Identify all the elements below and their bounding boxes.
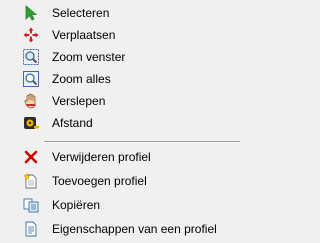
menu-item-verplaatsen[interactable]: Verplaatsen bbox=[0, 24, 240, 46]
menu-item-toevoegen-profiel[interactable]: Toevoegen profiel bbox=[0, 170, 240, 192]
menu-item-label: Verplaatsen bbox=[52, 28, 116, 42]
menu-item-zoom-alles[interactable]: Zoom alles bbox=[0, 68, 240, 90]
zoom-window-icon bbox=[23, 49, 39, 65]
menu-item-zoom-venster[interactable]: Zoom venster bbox=[0, 46, 240, 68]
menu-item-afstand[interactable]: Afstand bbox=[0, 112, 240, 134]
hand-drag-icon bbox=[23, 93, 39, 109]
menu-item-label: Eigenschappen van een profiel bbox=[52, 222, 217, 236]
menu-item-label: Verslepen bbox=[52, 94, 106, 108]
menu-item-label: Afstand bbox=[52, 116, 93, 130]
menu-item-verwijderen-profiel[interactable]: Verwijderen profiel bbox=[0, 146, 240, 168]
menu-item-verslepen[interactable]: Verslepen bbox=[0, 90, 240, 112]
menu-item-label: Kopiëren bbox=[52, 198, 101, 212]
menu-item-label: Verwijderen profiel bbox=[52, 150, 151, 164]
menu-separator bbox=[44, 141, 240, 143]
context-menu: Selecteren Verplaatsen Zoom venster Zoom… bbox=[0, 0, 240, 243]
menu-item-eigenschappen[interactable]: Eigenschappen van een profiel bbox=[0, 218, 240, 240]
delete-x-icon bbox=[23, 149, 39, 165]
add-document-icon bbox=[23, 173, 39, 189]
menu-item-selecteren[interactable]: Selecteren bbox=[0, 2, 240, 24]
menu-item-label: Zoom alles bbox=[52, 72, 111, 86]
zoom-all-icon bbox=[23, 71, 39, 87]
menu-item-label: Selecteren bbox=[52, 6, 110, 20]
copy-icon bbox=[23, 197, 39, 213]
properties-icon bbox=[23, 221, 39, 237]
measure-tape-icon bbox=[23, 115, 39, 131]
move-arrows-icon bbox=[23, 27, 39, 43]
menu-item-kopieren[interactable]: Kopiëren bbox=[0, 194, 240, 216]
menu-item-label: Toevoegen profiel bbox=[52, 174, 147, 188]
menu-item-label: Zoom venster bbox=[52, 50, 126, 64]
select-arrow-icon bbox=[23, 5, 39, 21]
